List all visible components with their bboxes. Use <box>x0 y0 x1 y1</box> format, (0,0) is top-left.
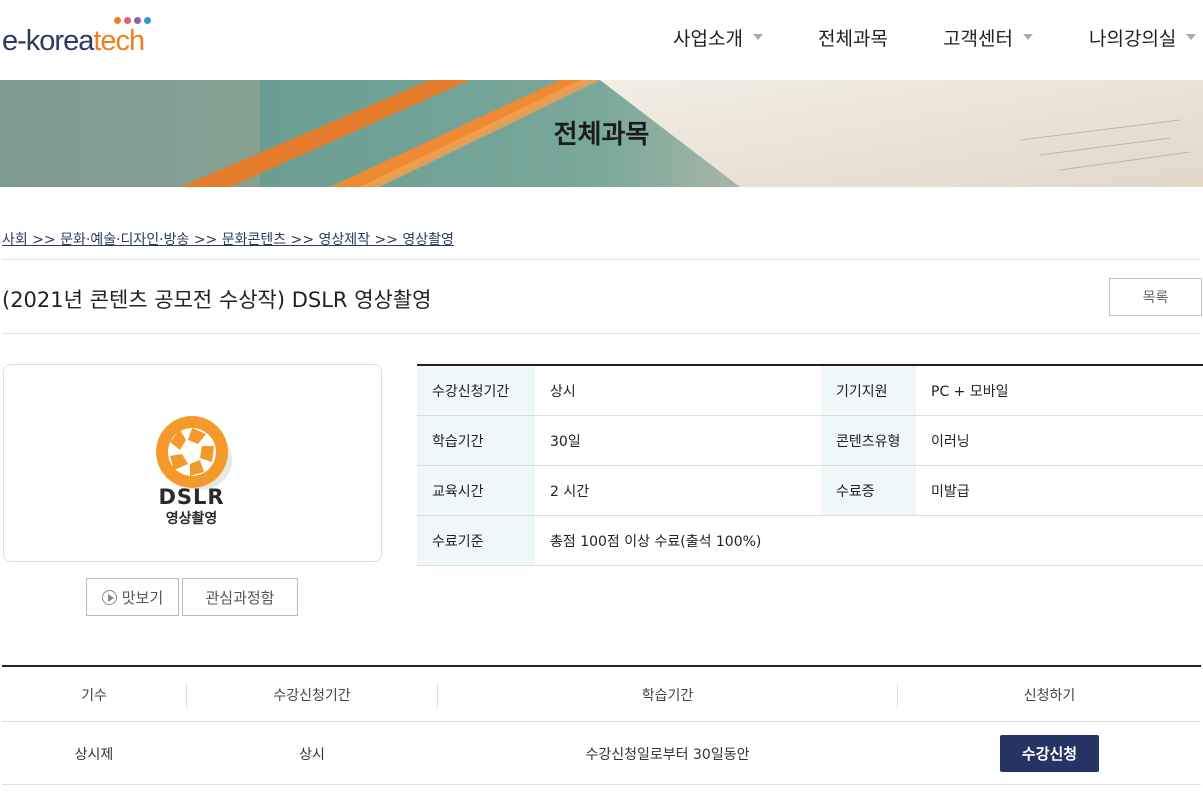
cell-apply: 수강신청 <box>898 722 1201 785</box>
add-to-favorites-button[interactable]: 관심과정함 <box>182 578 298 616</box>
nav-item-customer-center[interactable]: 고객센터 <box>943 22 1033 52</box>
nav-label: 고객센터 <box>943 27 1013 50</box>
nav-label: 나의강의실 <box>1089 27 1177 50</box>
cell-term: 상시제 <box>74 746 114 763</box>
divider <box>2 259 1201 260</box>
table-row: 상시제 상시 수강신청일로부터 30일동안 수강신청 <box>2 722 1201 785</box>
nav-item-all-courses[interactable]: 전체과목 <box>818 22 888 52</box>
cell-apply-period: 상시 <box>299 746 325 763</box>
thumbnail-title: DSLR <box>158 485 225 509</box>
column-header-study-period: 학습기간 <box>641 687 694 704</box>
info-value: 30일 <box>550 433 581 450</box>
logo-text-accent: tech <box>93 25 145 57</box>
logo-dot <box>114 17 121 24</box>
column-header-term: 기수 <box>81 687 107 704</box>
logo-dots <box>114 17 154 25</box>
thumbnail-subtitle: 영상촬영 <box>165 511 218 527</box>
camera-aperture-icon <box>156 416 232 490</box>
info-value: 상시 <box>550 383 576 400</box>
info-label: 수강신청기간 <box>417 366 535 415</box>
preview-label: 맛보기 <box>121 588 164 607</box>
list-button[interactable]: 목록 <box>1109 278 1202 316</box>
nav-label: 사업소개 <box>673 27 743 50</box>
info-value: PC + 모바일 <box>931 383 1009 400</box>
page-title: 전체과목 <box>553 120 650 150</box>
chevron-down-icon <box>752 34 763 40</box>
site-logo[interactable]: e-koreatech <box>2 24 145 58</box>
info-value: 2 시간 <box>550 483 590 500</box>
course-info-table: 수강신청기간 상시 기기지원 PC + 모바일 학습기간 30일 콘텐츠유형 이… <box>417 364 1203 566</box>
nav-item-business[interactable]: 사업소개 <box>673 22 763 52</box>
nav-label: 전체과목 <box>818 27 888 50</box>
info-row: 수료기준 총점 100점 이상 수료(출석 100%) <box>417 516 1203 566</box>
column-header-apply: 신청하기 <box>1023 687 1076 704</box>
chevron-down-icon <box>1022 34 1033 40</box>
info-label: 수료기준 <box>417 516 535 565</box>
breadcrumb[interactable]: 사회 >> 문화·예술·디자인·방송 >> 문화콘텐츠 >> 영상제작 >> 영… <box>2 229 454 249</box>
info-label: 수료증 <box>821 466 916 515</box>
info-row: 학습기간 30일 콘텐츠유형 이러닝 <box>417 416 1203 466</box>
info-value: 총점 100점 이상 수료(출석 100%) <box>550 533 762 550</box>
info-value: 미발급 <box>931 483 970 500</box>
chevron-down-icon <box>1186 34 1197 40</box>
info-row: 교육시간 2 시간 수료증 미발급 <box>417 466 1203 516</box>
info-row: 수강신청기간 상시 기기지원 PC + 모바일 <box>417 366 1203 416</box>
info-label: 콘텐츠유형 <box>821 416 916 465</box>
logo-dot <box>124 17 131 24</box>
info-label: 기기지원 <box>821 366 916 415</box>
enroll-button[interactable]: 수강신청 <box>1000 735 1099 772</box>
info-label: 교육시간 <box>417 466 535 515</box>
play-icon <box>101 589 117 605</box>
table-header: 기수 수강신청기간 학습기간 신청하기 <box>2 667 1201 722</box>
logo-text-main: e-korea <box>2 25 94 57</box>
logo-dot <box>134 17 141 24</box>
cell-study-period: 수강신청일로부터 30일동안 <box>585 746 750 763</box>
page-banner: 전체과목 <box>0 80 1203 187</box>
preview-button[interactable]: 맛보기 <box>86 578 179 616</box>
course-title: (2021년 콘텐츠 공모전 수상작) DSLR 영상촬영 <box>2 288 432 312</box>
course-thumbnail: DSLR 영상촬영 <box>3 364 382 562</box>
logo-dot <box>144 17 151 24</box>
nav-item-my-classroom[interactable]: 나의강의실 <box>1089 22 1197 52</box>
column-header-apply-period: 수강신청기간 <box>273 687 351 704</box>
site-header: e-koreatech 사업소개 전체과목 고객센터 나의강의실 <box>0 0 1203 80</box>
divider <box>2 333 1201 334</box>
enrollment-schedule-table: 기수 수강신청기간 학습기간 신청하기 상시제 상시 수강신청일로부터 30일동… <box>2 665 1201 785</box>
info-label: 학습기간 <box>417 416 535 465</box>
info-value: 이러닝 <box>931 433 970 450</box>
